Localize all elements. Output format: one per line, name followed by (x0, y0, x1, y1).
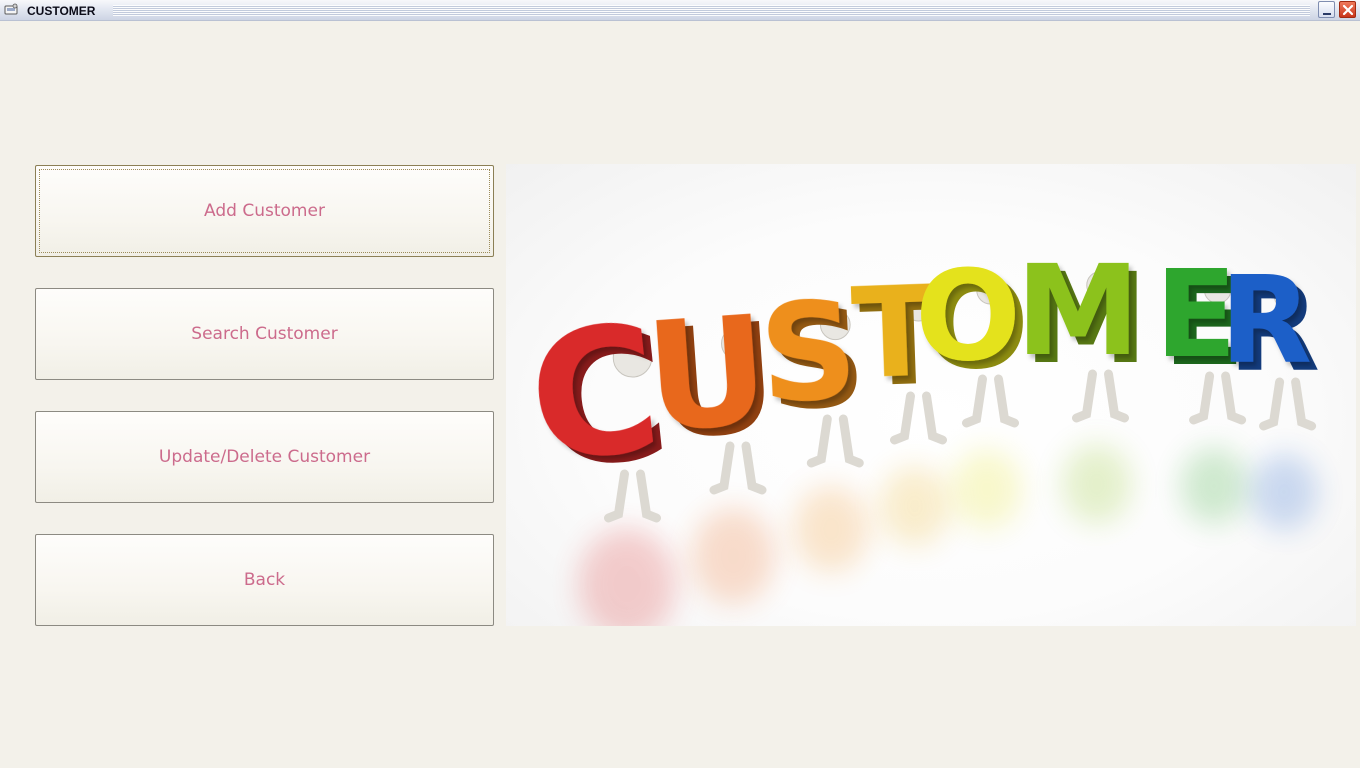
letter-reflection (1180, 447, 1248, 525)
minimize-icon (1323, 13, 1331, 15)
letter-u-1: U (641, 284, 775, 466)
letter-reflection (1061, 444, 1132, 524)
letter-s-2: S (756, 272, 861, 434)
letter-r-7: R (1220, 252, 1312, 391)
close-button[interactable] (1339, 1, 1356, 18)
letter-reflection (578, 528, 677, 626)
title-bar: CUSTOMER (0, 0, 1360, 21)
letter-o-4: O (915, 244, 1021, 389)
minimize-button[interactable] (1318, 1, 1335, 18)
customer-illustration: CCUUSSTTOOMMEERR (506, 164, 1356, 626)
letter-reflection (879, 466, 950, 546)
app-window-icon (4, 3, 18, 15)
letter-reflection (793, 485, 870, 573)
search-customer-button[interactable]: Search Customer (35, 288, 494, 380)
window-title: CUSTOMER (27, 4, 96, 18)
search-customer-label: Search Customer (191, 324, 338, 344)
add-customer-button[interactable]: Add Customer (35, 165, 494, 257)
update-delete-customer-label: Update/Delete Customer (158, 447, 371, 467)
letter-m-5: M (1016, 239, 1140, 384)
letter-reflection (951, 449, 1022, 529)
letter-reflection (1250, 453, 1318, 531)
close-icon (1342, 4, 1354, 16)
title-bar-grip[interactable] (113, 5, 1310, 16)
letter-reflection (691, 508, 776, 604)
back-label: Back (243, 570, 286, 590)
customer-word-art: CCUUSSTTOO MM EERR (520, 239, 1320, 626)
back-button[interactable]: Back (35, 534, 494, 626)
add-customer-label: Add Customer (204, 201, 325, 221)
update-delete-customer-button[interactable]: Update/Delete Customer (35, 411, 494, 503)
